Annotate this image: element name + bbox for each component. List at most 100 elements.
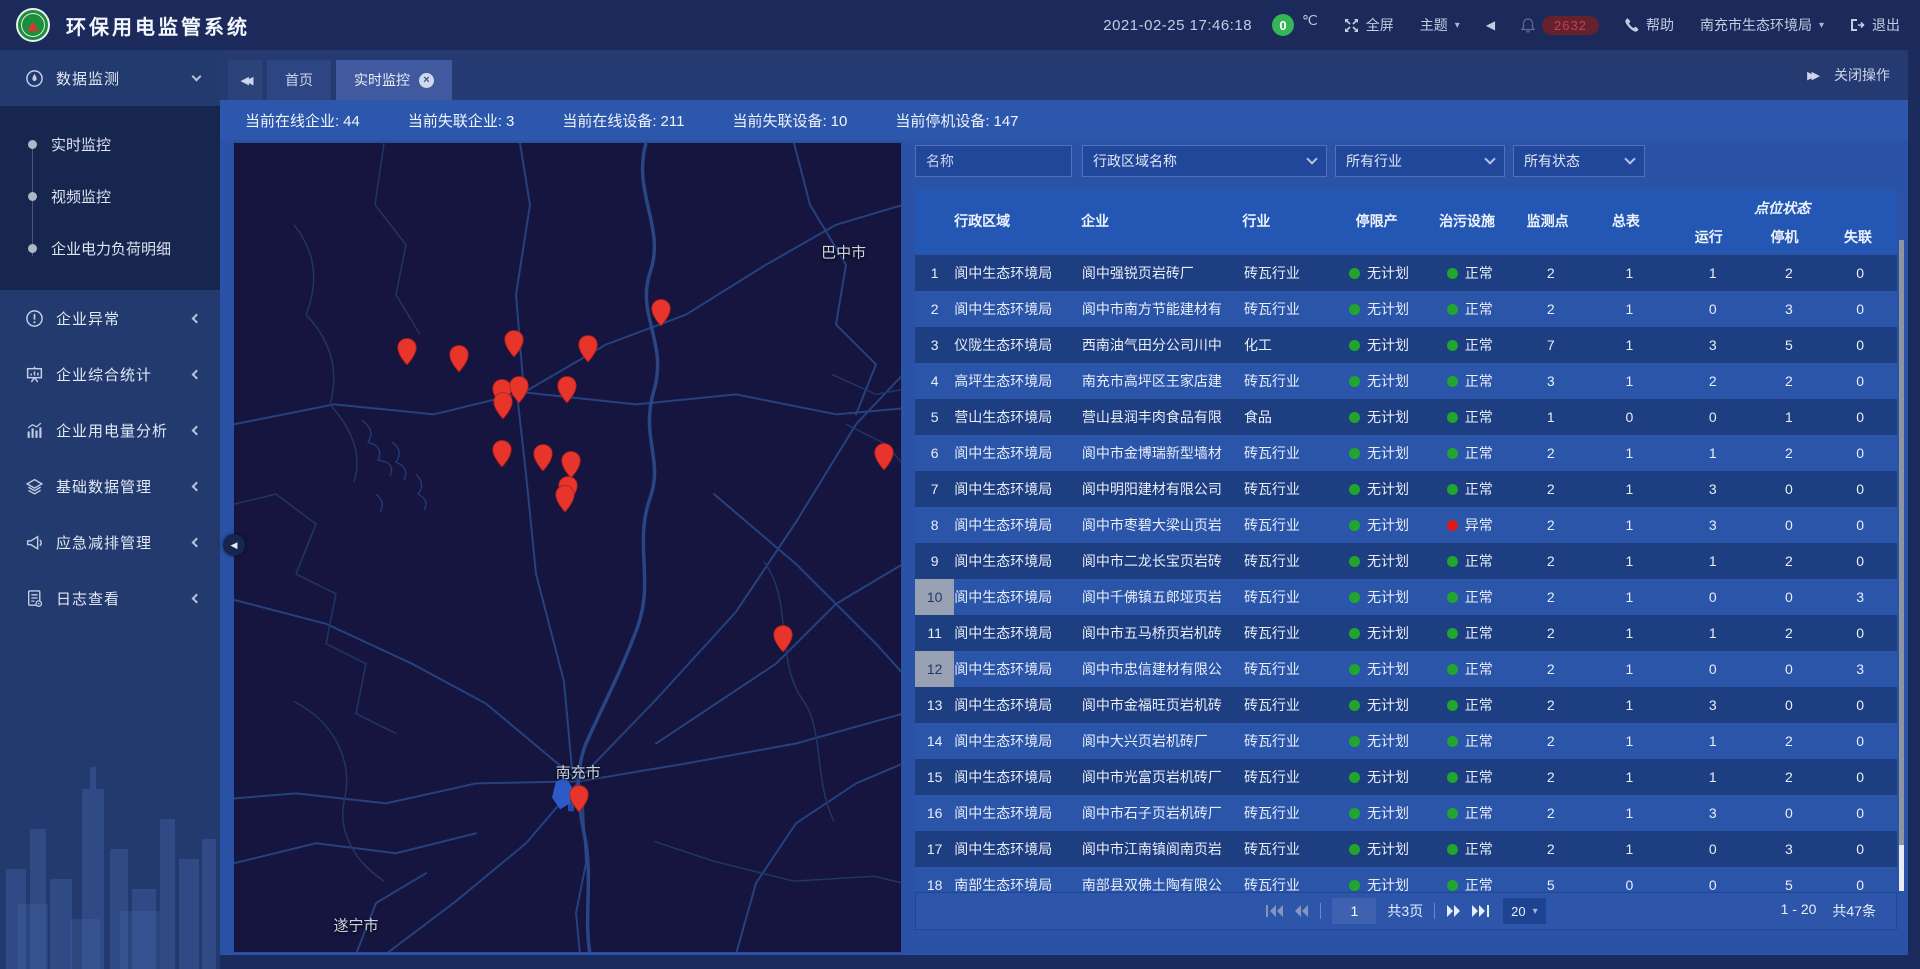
chevron-left-icon [192,313,202,323]
table-row[interactable]: 5营山生态环境局营山县润丰肉食品有限食品无计划正常10010 [915,399,1897,435]
name-filter-field[interactable] [915,145,1072,177]
cell-running: 3 [1671,805,1754,821]
tabs-scroll-left-button[interactable]: ◀◀ [228,60,262,100]
table-row[interactable]: 12阆中生态环境局阆中市忠信建材有限公砖瓦行业无计划正常21003 [915,651,1897,687]
table-row[interactable]: 7阆中生态环境局阆中明阳建材有限公司砖瓦行业无计划正常21300 [915,471,1897,507]
sidebar-subitem-实时监控[interactable]: 实时监控 [0,118,220,170]
status-dot-green [1349,556,1360,567]
page-size-select[interactable]: 20 ▾ [1503,898,1546,924]
sidebar-item-应急减排管理[interactable]: 应急减排管理 [0,514,220,570]
region-filter-select[interactable]: 行政区域名称 [1082,145,1327,177]
status-filter-select[interactable]: 所有状态 [1513,145,1645,177]
tabs-scroll-right-button[interactable]: ▶▶ [1807,69,1816,82]
table-row[interactable]: 18南部生态环境局南部县双佛土陶有限公砖瓦行业无计划正常50050 [915,867,1897,891]
name-filter-input[interactable] [926,153,1061,169]
map-pin[interactable] [532,444,553,478]
last-page-button[interactable] [1472,905,1489,917]
table-row[interactable]: 1阆中生态环境局阆中强锐页岩砖厂砖瓦行业无计划正常21120 [915,255,1897,291]
page-number-input[interactable] [1332,898,1376,924]
close-operations-menu[interactable]: 关闭操作 [1834,65,1890,85]
table-row[interactable]: 6阆中生态环境局阆中市金博瑞新型墙材砖瓦行业无计划正常21120 [915,435,1897,471]
cell-running: 0 [1671,409,1754,425]
table-row[interactable]: 11阆中生态环境局阆中市五马桥页岩机砖砖瓦行业无计划正常21120 [915,615,1897,651]
total-pages-label: 共3页 [1387,901,1423,921]
organization-menu[interactable]: 南充市生态环境局 ▾ [1700,15,1824,35]
sidebar-item-企业异常[interactable]: 企业异常 [0,290,220,346]
table-row[interactable]: 14阆中生态环境局阆中大兴页岩机砖厂砖瓦行业无计划正常21120 [915,723,1897,759]
map-pin[interactable] [449,344,470,378]
industry-filter-select[interactable]: 所有行业 [1335,145,1505,177]
sidebar-item-企业用电量分析[interactable]: 企业用电量分析 [0,402,220,458]
cell-total-meter: 1 [1588,841,1671,857]
row-number: 8 [915,507,954,543]
close-tab-icon[interactable]: × [419,73,434,88]
fullscreen-button[interactable]: 全屏 [1344,15,1394,35]
organization-label: 南充市生态环境局 [1700,15,1812,35]
collapse-map-button[interactable]: ◀ [223,534,245,556]
notifications-button[interactable]: 2632 [1521,16,1599,35]
prev-page-button[interactable] [1294,905,1309,917]
table-row[interactable]: 8阆中生态环境局阆中市枣碧大梁山页岩砖瓦行业无计划异常21300 [915,507,1897,543]
map-pin[interactable] [504,330,525,364]
sidebar-item-基础数据管理[interactable]: 基础数据管理 [0,458,220,514]
cell-monitor-points: 5 [1514,877,1588,891]
sidebar-subitem-企业电力负荷明细[interactable]: 企业电力负荷明细 [0,222,220,274]
table-row[interactable]: 17阆中生态环境局阆中市江南镇阆南页岩砖瓦行业无计划正常21030 [915,831,1897,867]
cell-stopped: 3 [1755,841,1824,857]
cell-pollution-facility: 异常 [1426,515,1514,535]
status-metric-label: 当前失联企业: [408,113,502,130]
row-number: 5 [915,399,954,435]
alert-circle-icon [24,308,44,328]
theme-menu[interactable]: 主题 ▾ [1420,15,1460,35]
map-pin[interactable] [555,485,576,519]
table-row[interactable]: 13阆中生态环境局阆中市金福旺页岩机砖砖瓦行业无计划正常21300 [915,687,1897,723]
app-logo-icon [16,8,50,42]
sidebar-item-企业综合统计[interactable]: 企业综合统计 [0,346,220,402]
map-pin[interactable] [650,298,671,332]
caret-down-icon: ▾ [1533,906,1538,917]
column-header: 失联 [1819,227,1897,247]
table-row[interactable]: 3仪陇生态环境局西南油气田分公司川中化工无计划正常71350 [915,327,1897,363]
cell-pollution-facility: 正常 [1426,803,1514,823]
tab-首页[interactable]: 首页 [267,60,331,100]
map-pin[interactable] [493,391,514,425]
sidebar-item-日志查看[interactable]: 日志查看 [0,570,220,626]
tab-实时监控[interactable]: 实时监控× [336,60,452,100]
status-dot-green [1349,484,1360,495]
row-number: 9 [915,543,954,579]
cell-production-limit: 无计划 [1332,803,1425,823]
map-pin[interactable] [577,335,598,369]
map-pin[interactable] [556,376,577,410]
table-row[interactable]: 9阆中生态环境局阆中市二龙长宝页岩砖砖瓦行业无计划正常21120 [915,543,1897,579]
logout-button[interactable]: 退出 [1850,15,1900,35]
map-pin[interactable] [397,338,418,372]
first-page-button[interactable] [1266,905,1283,917]
next-page-button[interactable] [1446,905,1461,917]
sidebar-item-数据监测[interactable]: 数据监测 [0,50,220,106]
table-scrollbar[interactable] [1899,240,1904,891]
status-text: 正常 [1465,695,1493,715]
table-row[interactable]: 15阆中生态环境局阆中市光富页岩机砖厂砖瓦行业无计划正常21120 [915,759,1897,795]
help-button[interactable]: 帮助 [1625,15,1674,35]
table-row[interactable]: 10阆中生态环境局阆中千佛镇五郎垭页岩砖瓦行业无计划正常21003 [915,579,1897,615]
cell-total-meter: 0 [1588,877,1671,891]
cell-pollution-facility: 正常 [1426,659,1514,679]
cell-industry: 砖瓦行业 [1244,551,1332,571]
table-row[interactable]: 16阆中生态环境局阆中市石子页岩机砖厂砖瓦行业无计划正常21300 [915,795,1897,831]
status-dot-green [1447,484,1458,495]
table-row[interactable]: 4高坪生态环境局南充市高坪区王家店建砖瓦行业无计划正常31220 [915,363,1897,399]
cell-pollution-facility: 正常 [1426,407,1514,427]
bullet-dot-icon [28,140,37,149]
map-pin[interactable] [772,624,793,658]
cell-enterprise: 阆中市石子页岩机砖厂 [1082,803,1244,823]
sidebar-subitem-视频监控[interactable]: 视频监控 [0,170,220,222]
cell-disconnected: 0 [1823,481,1897,497]
scrollbar-thumb[interactable] [1899,240,1904,845]
map-pin[interactable] [568,784,589,818]
map-panel[interactable]: 巴中市南充市遂宁市 ◀ [233,142,902,953]
table-row[interactable]: 2阆中生态环境局阆中市南方节能建材有砖瓦行业无计划正常21030 [915,291,1897,327]
volume-button[interactable]: ◀ [1486,18,1495,32]
map-pin[interactable] [873,442,894,476]
map-pin[interactable] [492,440,513,474]
chevron-down-icon [1484,153,1495,164]
